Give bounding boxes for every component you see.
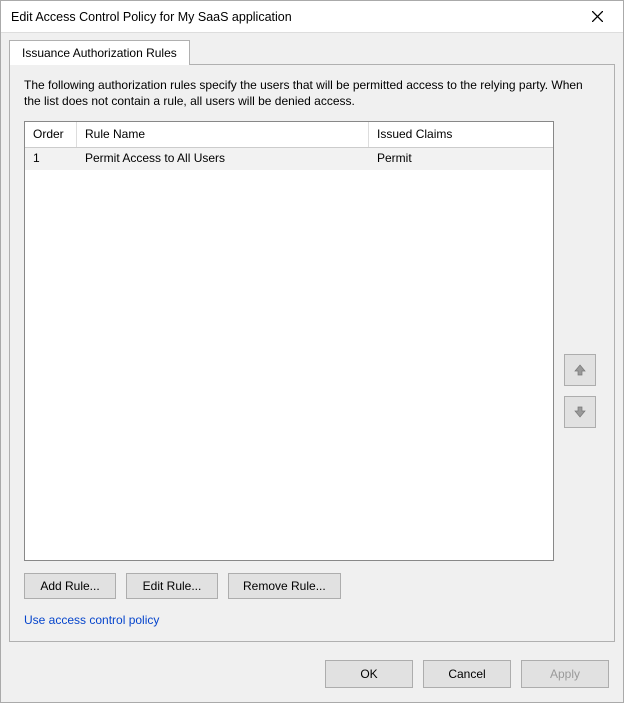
tab-panel: The following authorization rules specif… — [9, 64, 615, 642]
table-header-row: Order Rule Name Issued Claims — [25, 122, 553, 148]
move-up-button[interactable] — [564, 354, 596, 386]
cell-claims: Permit — [369, 148, 553, 170]
cancel-button[interactable]: Cancel — [423, 660, 511, 688]
col-header-order[interactable]: Order — [25, 122, 77, 147]
tab-issuance-authorization-rules[interactable]: Issuance Authorization Rules — [9, 40, 190, 65]
arrow-up-icon — [573, 363, 587, 377]
dialog-window: Edit Access Control Policy for My SaaS a… — [0, 0, 624, 703]
rules-table[interactable]: Order Rule Name Issued Claims 1 Permit A… — [24, 121, 554, 561]
reorder-controls — [564, 221, 600, 561]
remove-rule-button[interactable]: Remove Rule... — [228, 573, 341, 599]
ok-button[interactable]: OK — [325, 660, 413, 688]
col-header-claims[interactable]: Issued Claims — [369, 122, 553, 147]
tabstrip: Issuance Authorization Rules — [1, 33, 623, 64]
arrow-down-icon — [573, 405, 587, 419]
close-button[interactable] — [575, 2, 619, 32]
move-down-button[interactable] — [564, 396, 596, 428]
use-access-control-policy-link[interactable]: Use access control policy — [24, 613, 600, 627]
table-area: Order Rule Name Issued Claims 1 Permit A… — [24, 121, 600, 561]
cell-name: Permit Access to All Users — [77, 148, 369, 170]
apply-button[interactable]: Apply — [521, 660, 609, 688]
edit-rule-button[interactable]: Edit Rule... — [126, 573, 218, 599]
panel-description: The following authorization rules specif… — [24, 77, 600, 109]
cell-order: 1 — [25, 148, 77, 170]
add-rule-button[interactable]: Add Rule... — [24, 573, 116, 599]
window-title: Edit Access Control Policy for My SaaS a… — [11, 10, 575, 24]
titlebar: Edit Access Control Policy for My SaaS a… — [1, 1, 623, 33]
col-header-name[interactable]: Rule Name — [77, 122, 369, 147]
close-icon — [592, 11, 603, 22]
table-body: 1 Permit Access to All Users Permit — [25, 148, 553, 560]
dialog-footer: OK Cancel Apply — [1, 650, 623, 702]
rule-buttons: Add Rule... Edit Rule... Remove Rule... — [24, 573, 600, 599]
table-row[interactable]: 1 Permit Access to All Users Permit — [25, 148, 553, 170]
